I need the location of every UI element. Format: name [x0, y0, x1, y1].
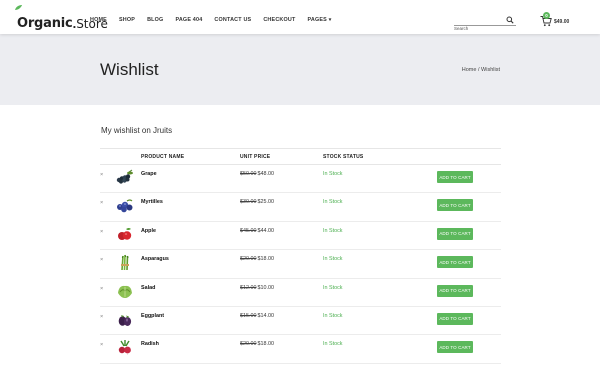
- current-price: $18.00: [257, 256, 275, 263]
- remove-icon[interactable]: ×: [100, 200, 103, 206]
- product-name[interactable]: Asparagus: [141, 256, 169, 262]
- remove-icon[interactable]: ×: [100, 286, 103, 292]
- add-to-cart-button[interactable]: ADD TO CART: [437, 256, 473, 269]
- add-to-cart-button[interactable]: ADD TO CART: [437, 171, 473, 183]
- unit-price: $20.00$18.00: [240, 341, 274, 347]
- current-price: $48.00: [257, 171, 275, 177]
- current-price: $25.00: [257, 199, 275, 206]
- table-row: × Grape $50.00$48.00 In Stock ADD TO CAR…: [100, 165, 501, 194]
- column-product-name: PRODUCT NAME: [141, 154, 185, 160]
- old-price: $20.00: [240, 256, 257, 263]
- page-title: Wishlist: [100, 60, 159, 79]
- product-name[interactable]: Myrtilles: [141, 199, 163, 205]
- old-price: $12.00: [240, 284, 257, 291]
- remove-icon[interactable]: ×: [100, 314, 103, 320]
- table-row: × Eggplant $15.00$14.00 In Stock ADD TO …: [100, 307, 501, 336]
- cart-count-badge: 0: [543, 12, 550, 19]
- column-unit-price: UNIT PRICE: [240, 154, 271, 160]
- unit-price: $30.00$25.00: [240, 199, 274, 205]
- wishlist-table: PRODUCT NAME UNIT PRICE STOCK STATUS × G…: [100, 148, 501, 364]
- apple-icon: [118, 227, 132, 240]
- product-name[interactable]: Apple: [141, 228, 156, 234]
- asparagus-icon: [121, 254, 129, 271]
- unit-price: $15.00$14.00: [240, 313, 274, 319]
- cart-total[interactable]: $49.00: [554, 19, 569, 25]
- nav-blog[interactable]: BLOG: [147, 17, 163, 23]
- stock-status: In Stock: [323, 341, 343, 348]
- remove-icon[interactable]: ×: [100, 229, 103, 235]
- add-to-cart-button[interactable]: ADD TO CART: [437, 284, 473, 297]
- product-name[interactable]: Eggplant: [141, 313, 164, 319]
- old-price: $30.00: [240, 199, 257, 206]
- old-price: $50.00: [240, 171, 257, 177]
- unit-price: $12.00$10.00: [240, 285, 274, 291]
- current-price: $14.00: [257, 312, 275, 319]
- breadcrumb-current: Wishlist: [481, 67, 500, 73]
- add-to-cart-button[interactable]: ADD TO CART: [437, 199, 473, 212]
- eggplant-icon: [118, 314, 132, 326]
- old-price: $20.00: [240, 341, 257, 348]
- product-name[interactable]: Grape: [141, 171, 157, 177]
- nav-checkout[interactable]: CHECKOUT: [263, 17, 295, 23]
- nav-home[interactable]: HOME: [90, 17, 107, 23]
- nav-shop[interactable]: SHOP: [119, 17, 135, 23]
- current-price: $44.00: [257, 227, 275, 234]
- page-banner: Wishlist Home / Wishlist: [0, 34, 600, 105]
- leaf-icon: [15, 5, 22, 10]
- old-price: $15.00: [240, 312, 257, 319]
- main-nav: HOME SHOP BLOG PAGE 404 CONTACT US CHECK…: [90, 17, 343, 23]
- unit-price: $45.00$44.00: [240, 228, 274, 234]
- stock-status: In Stock: [323, 227, 343, 234]
- add-to-cart-button[interactable]: ADD TO CART: [437, 227, 473, 240]
- unit-price: $20.00$18.00: [240, 256, 274, 262]
- table-row: × Asparagus $20.00$18.00 In Stock ADD TO…: [100, 250, 501, 279]
- stock-status: In Stock: [323, 171, 343, 177]
- stock-status: In Stock: [323, 256, 343, 263]
- nav-page-404[interactable]: PAGE 404: [175, 17, 202, 23]
- old-price: $45.00: [240, 227, 257, 234]
- unit-price: $50.00$48.00: [240, 171, 274, 177]
- product-name[interactable]: Salad: [141, 285, 155, 291]
- grape-icon: [116, 169, 133, 184]
- table-row: × Myrtilles $30.00$25.00 In Stock ADD TO…: [100, 193, 501, 222]
- table-row: × Radish $20.00$18.00 In Stock ADD TO CA…: [100, 335, 501, 364]
- table-row: × Apple $45.00$44.00 In Stock ADD TO CAR…: [100, 222, 501, 251]
- column-stock-status: STOCK STATUS: [323, 154, 364, 160]
- stock-status: In Stock: [323, 284, 343, 291]
- chevron-down-icon: ▾: [328, 17, 332, 23]
- site-header: Organic. Store HOME SHOP BLOG PAGE 404 CO…: [0, 0, 600, 34]
- search-icon[interactable]: [506, 16, 514, 24]
- breadcrumb: Home / Wishlist: [462, 67, 500, 73]
- remove-icon[interactable]: ×: [100, 342, 103, 348]
- search-box: [454, 16, 516, 33]
- radish-icon: [118, 340, 131, 356]
- remove-icon[interactable]: ×: [100, 257, 103, 263]
- product-name[interactable]: Radish: [141, 341, 159, 347]
- salad-icon: [118, 285, 132, 298]
- nav-contact-us[interactable]: CONTACT US: [214, 17, 251, 23]
- add-to-cart-button[interactable]: ADD TO CART: [437, 312, 473, 325]
- search-input[interactable]: [454, 24, 502, 33]
- blueberry-icon: [117, 199, 133, 213]
- wishlist-subtitle: My wishlist on Jruits: [101, 126, 173, 135]
- nav-pages-label: PAGES: [307, 17, 327, 23]
- add-to-cart-button[interactable]: ADD TO CART: [437, 341, 473, 354]
- remove-icon[interactable]: ×: [100, 172, 103, 178]
- stock-status: In Stock: [323, 312, 343, 319]
- table-row: × Salad $12.00$10.00 In Stock ADD TO CAR…: [100, 279, 501, 307]
- stock-status: In Stock: [323, 199, 343, 206]
- nav-pages[interactable]: PAGES ▾: [308, 17, 332, 23]
- current-price: $18.00: [257, 341, 275, 348]
- logo-brand: Organic: [17, 16, 73, 31]
- breadcrumb-home-link[interactable]: Home: [462, 67, 477, 73]
- table-header: PRODUCT NAME UNIT PRICE STOCK STATUS: [100, 148, 501, 165]
- current-price: $10.00: [257, 284, 275, 291]
